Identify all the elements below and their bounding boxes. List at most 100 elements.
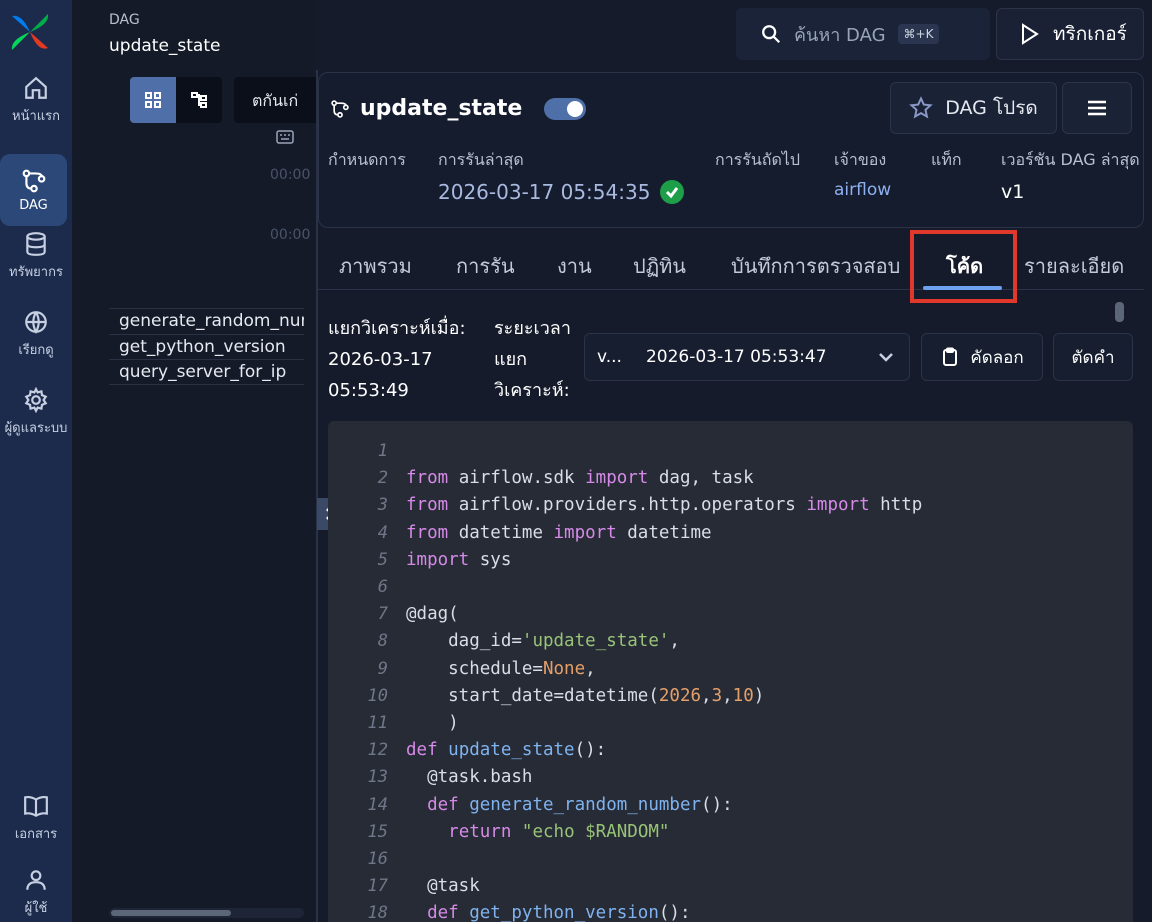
wrap-button[interactable]: ตัดคำ	[1053, 333, 1133, 381]
owner-link[interactable]: airflow	[834, 180, 891, 200]
line-number: 2	[377, 468, 388, 489]
view-toggle	[130, 77, 222, 123]
nav-rail: หน้าแรก DAG ทรัพยากร เรียกดู ผู้ดูแลระบบ…	[0, 0, 72, 922]
version-header: เวอร์ชัน DAG ล่าสุด	[1001, 150, 1140, 169]
trigger-button[interactable]: ทริกเกอร์	[996, 8, 1144, 60]
nav-browse-label: เรียกดู	[18, 342, 54, 358]
parsed-at-time: 05:53:49	[328, 380, 409, 401]
breadcrumb-dag-name[interactable]: update_state	[109, 36, 220, 56]
line-content: @task.bash	[406, 767, 533, 788]
run-filter-button[interactable]: ตกันเก่	[234, 77, 316, 123]
nav-home[interactable]: หน้าแรก	[0, 64, 72, 136]
line-number: 18	[367, 903, 388, 922]
star-icon	[909, 96, 934, 119]
line-content: from airflow.providers.http.operators im…	[406, 495, 923, 516]
clipboard-icon	[943, 347, 958, 366]
last-run-link[interactable]: 2026-03-17 05:54:35	[438, 180, 685, 204]
task-item[interactable]: get_python_version	[109, 333, 304, 360]
task-item[interactable]: query_server_for_ip	[109, 359, 304, 385]
line-content: @dag(	[406, 604, 459, 625]
line-content: from datetime import datetime	[406, 522, 712, 543]
nav-assets[interactable]: ทรัพยากร	[0, 220, 72, 292]
airflow-logo-icon[interactable]	[8, 10, 52, 54]
line-number: 15	[367, 821, 388, 842]
nav-docs[interactable]: เอกสาร	[0, 782, 72, 854]
play-icon	[1022, 23, 1039, 45]
nav-user[interactable]: ผู้ใช้	[0, 856, 72, 922]
version-select[interactable]: v... 2026-03-17 05:53:47	[584, 333, 910, 381]
globe-icon	[25, 310, 47, 334]
nav-dags[interactable]: DAG	[0, 154, 67, 226]
parse-duration: ระยะเวลา แยก วิเคราะห์:	[494, 313, 571, 406]
horizontal-scrollbar[interactable]	[109, 908, 304, 918]
tags-header: แท็ก	[931, 150, 962, 169]
hamburger-icon	[1088, 100, 1106, 116]
line-content: schedule=None,	[406, 658, 596, 679]
parsed-at: แยกวิเคราะห์เมื่อ: 2026-03-17 05:53:49	[328, 313, 466, 406]
tab-tasks[interactable]: งาน	[557, 250, 592, 282]
nav-dags-label: DAG	[19, 197, 48, 213]
grid-view-button[interactable]	[130, 77, 176, 123]
dag-icon	[331, 99, 349, 118]
more-menu-button[interactable]	[1062, 82, 1132, 134]
favorite-button[interactable]: DAG โปรด	[890, 82, 1057, 134]
line-content: from airflow.sdk import dag, task	[406, 468, 754, 489]
last-run-header: การรันล่าสุด	[438, 150, 524, 169]
line-number: 10	[367, 685, 388, 706]
nav-admin[interactable]: ผู้ดูแลระบบ	[0, 376, 72, 448]
parsed-at-label: แยกวิเคราะห์เมื่อ:	[328, 318, 466, 339]
line-number: 5	[377, 549, 388, 570]
line-content: start_date=datetime(2026,3,10)	[406, 685, 765, 706]
tab-overview[interactable]: ภาพรวม	[339, 250, 412, 282]
book-icon	[24, 795, 48, 817]
success-icon	[660, 180, 685, 204]
graph-view-button[interactable]	[176, 77, 222, 123]
parse-duration-label: วิเคราะห์:	[494, 380, 570, 401]
nav-home-label: หน้าแรก	[12, 108, 60, 124]
tab-calendar[interactable]: ปฏิทิน	[633, 250, 686, 282]
nav-admin-label: ผู้ดูแลระบบ	[4, 420, 68, 436]
dag-name: update_state	[360, 96, 523, 121]
nav-browse[interactable]: เรียกดู	[0, 298, 72, 370]
grid-duration-tick: 00:00	[270, 167, 311, 183]
dag-pause-toggle[interactable]	[544, 97, 587, 120]
nav-user-label: ผู้ใช้	[24, 900, 48, 916]
tab-runs[interactable]: การรัน	[456, 250, 515, 282]
schedule-header: กำหนดการ	[328, 150, 406, 169]
highlight-box	[910, 230, 1017, 303]
version-select-short: v...	[597, 347, 622, 367]
gear-icon	[24, 386, 48, 413]
line-content: def update_state():	[406, 740, 607, 761]
line-number: 3	[377, 495, 388, 516]
grid-icon	[145, 92, 161, 108]
next-run-header: การรันถัดไป	[715, 150, 801, 169]
search-placeholder: ค้นหา DAG	[794, 24, 886, 46]
version-select-value: 2026-03-17 05:53:47	[645, 347, 827, 367]
search-dags-button[interactable]: ค้นหา DAG ⌘+K	[736, 8, 990, 60]
task-item[interactable]: generate_random_number	[109, 308, 304, 334]
keyboard-icon[interactable]	[276, 130, 294, 144]
toggle-knob	[567, 100, 584, 117]
tab-details[interactable]: รายละเอียด	[1024, 250, 1124, 282]
favorite-label: DAG โปรด	[945, 97, 1038, 119]
line-number: 4	[377, 522, 388, 543]
copy-label: คัดลอก	[970, 347, 1024, 368]
parsed-at-date: 2026-03-17	[328, 349, 433, 370]
chevron-down-icon	[879, 353, 893, 362]
copy-button[interactable]: คัดลอก	[921, 333, 1043, 381]
version-value: v1	[1001, 181, 1025, 203]
code-viewer[interactable]: 1 2 from airflow.sdk import dag, task 3 from…	[328, 421, 1133, 922]
owner-header: เจ้าของ	[834, 150, 887, 169]
line-content: import sys	[406, 549, 512, 570]
tab-audit-log[interactable]: บันทึกการตรวจสอบ	[731, 250, 900, 282]
line-content: @task	[406, 876, 480, 897]
search-shortcut: ⌘+K	[897, 24, 940, 44]
scrollbar-thumb[interactable]	[111, 910, 231, 916]
line-number: 11	[367, 713, 388, 733]
line-number: 9	[377, 658, 388, 679]
parse-duration-label: แยก	[494, 349, 528, 370]
vertical-scrollbar-thumb[interactable]	[1115, 302, 1124, 322]
user-icon	[26, 869, 46, 890]
line-content: def get_python_version():	[427, 903, 691, 922]
breadcrumb-label[interactable]: DAG	[109, 12, 140, 28]
